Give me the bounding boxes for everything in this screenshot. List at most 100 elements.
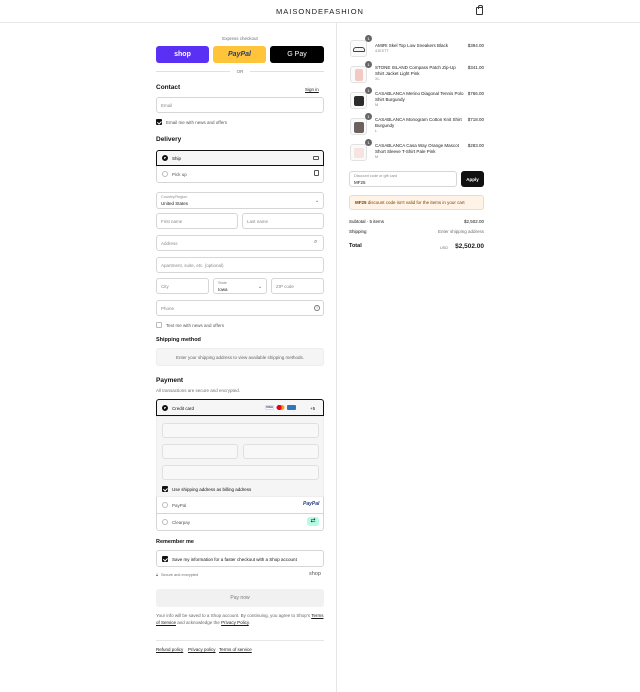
credit-card-label: Credit card (172, 406, 195, 411)
search-icon: ⌕ (314, 239, 318, 245)
product-variant: M (375, 103, 379, 107)
legal-text: Your info will be saved to a Shop accoun… (156, 612, 324, 626)
first-name-placeholder: First name (161, 219, 183, 224)
payment-heading: Payment (156, 377, 184, 384)
quantity-badge: 1 (365, 61, 372, 68)
card-number-field[interactable] (162, 423, 319, 438)
shipping-value: Enter shipping address (437, 229, 484, 234)
quantity-badge: 1 (365, 35, 372, 42)
news-label: Email me with news and offers (166, 120, 227, 125)
product-variant: M (375, 155, 379, 159)
shipping-method-placeholder-box: Enter your shipping address to view avai… (156, 348, 324, 366)
shopping-bag-icon[interactable] (476, 5, 483, 15)
column-divider (336, 23, 337, 692)
warning-message: discount code isn't valid for the items … (367, 200, 465, 205)
remember-me-label: Save my information for a faster checkou… (172, 557, 297, 562)
or-label: OR (236, 69, 244, 74)
state-label: State (218, 281, 227, 285)
legal-prefix: Your info will be saved to a Shop accoun… (156, 613, 311, 618)
remember-secure-text: Secure and encrypted (161, 573, 199, 577)
lock-icon: 🔒︎ (156, 572, 159, 577)
news-checkbox[interactable] (156, 119, 162, 125)
subtotal-value: $2,502.00 (463, 219, 484, 224)
apartment-field[interactable]: Apartment, suite, etc. (optional) (156, 257, 324, 273)
pickup-radio[interactable] (162, 171, 168, 177)
ship-option[interactable]: Ship (156, 150, 324, 166)
card-form: Use shipping address as billing address (156, 416, 324, 497)
discount-label: Discount code or gift card (354, 174, 398, 178)
brand-logo[interactable]: MAISONDEFASHION (0, 7, 640, 16)
country-select[interactable]: Country/Region United States ⌄ (156, 192, 324, 209)
email-placeholder: Email (161, 103, 173, 108)
billing-same-checkbox[interactable] (162, 486, 168, 492)
pay-now-button[interactable]: Pay now (156, 589, 324, 607)
discount-code-field[interactable]: Discount code or gift card MF25 (349, 171, 457, 187)
city-field[interactable]: City (156, 278, 209, 294)
zip-placeholder: ZIP code (276, 284, 294, 289)
credit-card-option[interactable]: Credit card VISA +5 (156, 399, 324, 416)
remember-me-box[interactable]: Save my information for a faster checkou… (156, 550, 324, 567)
or-divider-left (156, 71, 230, 72)
paypal-label: PayPal (172, 503, 187, 508)
quantity-badge: 1 (365, 113, 372, 120)
product-thumbnail-jacket (350, 66, 367, 83)
sign-in-link[interactable]: Sign in (305, 87, 319, 92)
zip-field[interactable]: ZIP code (271, 278, 324, 294)
paypal-radio[interactable] (162, 502, 168, 508)
product-price: $718.00 (467, 117, 484, 122)
product-thumbnail-knit-shirt (350, 118, 367, 135)
pickup-option[interactable]: Pick up (156, 166, 324, 183)
product-thumbnail-sneakers (350, 40, 367, 57)
chevron-down-icon: ⌄ (258, 284, 263, 290)
refund-policy-link[interactable]: Refund policy (156, 647, 183, 652)
shipping-method-heading: Shipping method (156, 337, 201, 343)
legal-end: . (248, 620, 251, 625)
shop-privacy-link[interactable]: Privacy Policy (221, 620, 249, 625)
visa-icon: VISA (265, 405, 274, 411)
shop-pay-button[interactable]: shop (156, 46, 209, 63)
product-price: $283.00 (467, 143, 484, 148)
first-name-field[interactable]: First name (156, 213, 238, 229)
country-value: United States (161, 201, 189, 206)
clearpay-icon: ⇄ (307, 517, 319, 526)
store-icon (314, 170, 319, 176)
expiry-field[interactable] (162, 444, 238, 459)
text-offers-checkbox[interactable] (156, 322, 162, 328)
apartment-placeholder: Apartment, suite, etc. (optional) (161, 263, 224, 268)
credit-card-radio[interactable] (162, 405, 168, 411)
privacy-policy-link[interactable]: Privacy policy (188, 647, 216, 652)
cvv-field[interactable] (243, 444, 319, 459)
clearpay-option[interactable]: Clearpay ⇄ (156, 514, 324, 531)
amex-icon (287, 405, 296, 411)
address-field[interactable]: Address ⌕ (156, 235, 324, 251)
ship-radio[interactable] (162, 155, 168, 161)
last-name-field[interactable]: Last name (242, 213, 324, 229)
help-icon[interactable]: ? (314, 305, 320, 311)
phone-field[interactable]: Phone ? (156, 300, 324, 316)
mastercard-icon (276, 405, 285, 411)
ship-label: Ship (172, 156, 182, 161)
phone-placeholder: Phone (161, 306, 175, 311)
state-value: Iowa (218, 287, 228, 292)
more-cards-count: +5 (310, 406, 316, 411)
clearpay-radio[interactable] (162, 519, 168, 525)
paypal-button[interactable]: PayPal (213, 46, 266, 63)
discount-warning: MF25 discount code isn't valid for the i… (349, 195, 484, 210)
email-field[interactable]: Email (156, 97, 324, 113)
remember-me-checkbox[interactable] (162, 556, 168, 562)
product-price: $341.00 (467, 65, 484, 70)
express-checkout-title: Express checkout (222, 36, 258, 41)
paypal-option[interactable]: PayPal PayPal (156, 497, 324, 514)
card-logos: VISA (263, 405, 296, 411)
terms-of-service-link[interactable]: Terms of service (219, 647, 252, 652)
total-value: $2,502.00 (455, 243, 484, 250)
quantity-badge: 1 (365, 139, 372, 146)
last-name-placeholder: Last name (247, 219, 269, 224)
discount-warning-text: MF25 discount code isn't valid for the i… (355, 200, 465, 205)
site-header: MAISONDEFASHION (0, 0, 640, 23)
name-on-card-field[interactable] (162, 465, 319, 480)
apply-discount-button[interactable]: Apply (461, 171, 484, 187)
shipping-method-placeholder: Enter your shipping address to view avai… (175, 355, 305, 360)
state-select[interactable]: State Iowa ⌄ (213, 278, 267, 294)
google-pay-button[interactable]: G Pay (270, 46, 324, 63)
